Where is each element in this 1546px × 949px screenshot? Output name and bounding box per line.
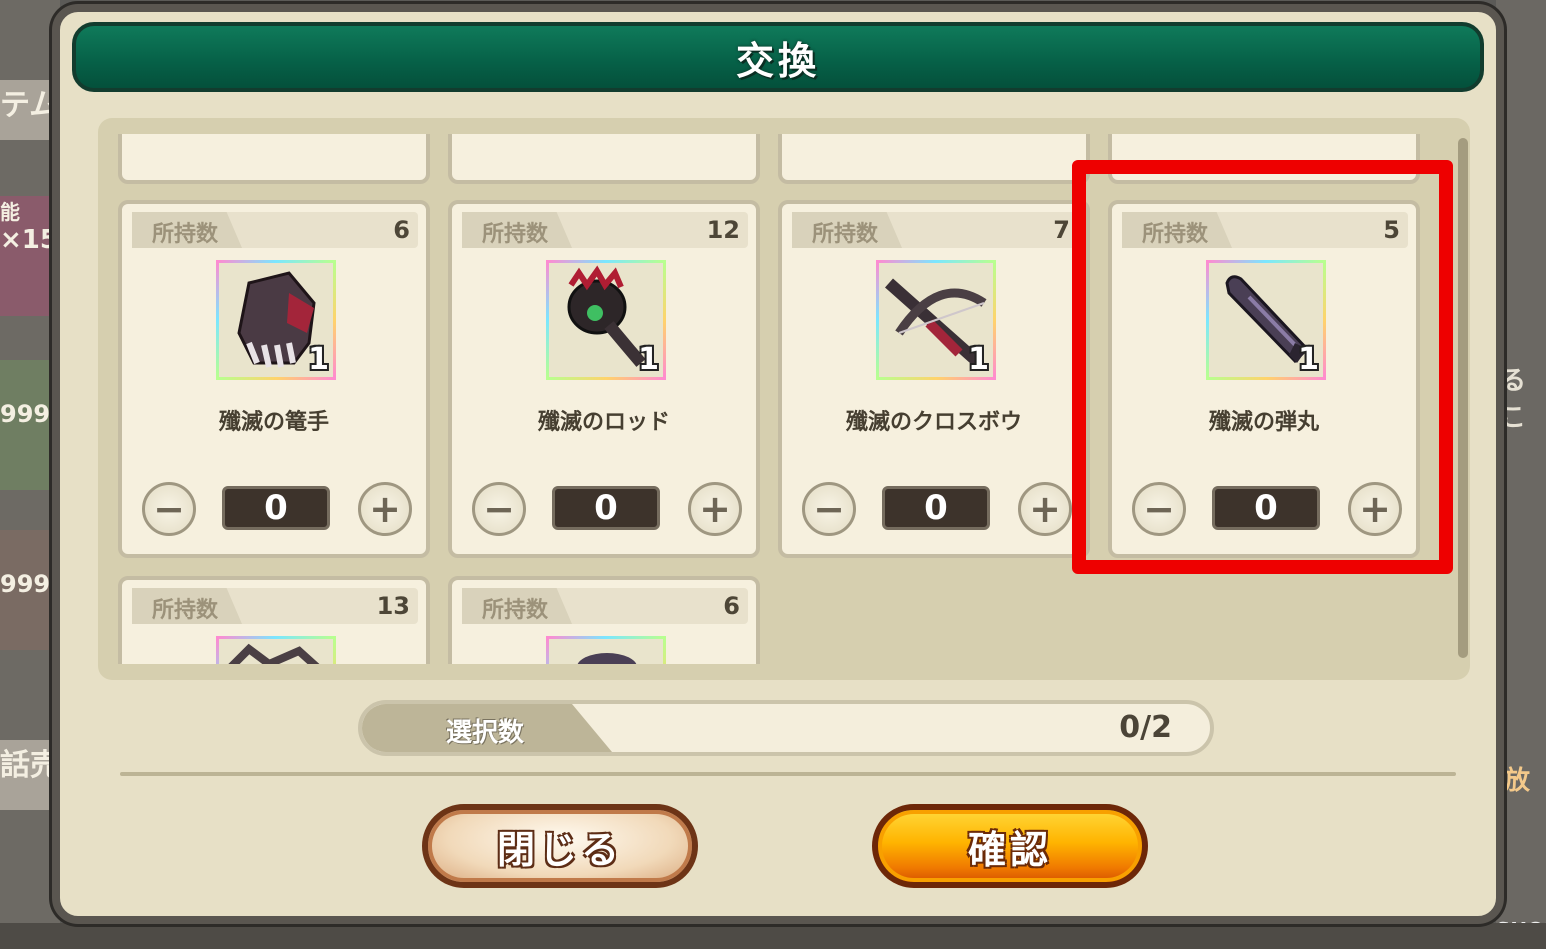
owned-count: 7 xyxy=(1053,216,1070,244)
divider xyxy=(120,772,1456,776)
quantity-stepper: − 0 + xyxy=(802,482,1072,542)
item-card-crossbow[interactable]: 所持数 7 1 殲滅のクロスボウ − 0 + xyxy=(778,200,1090,558)
crossbow-icon: 1 xyxy=(876,260,996,380)
selection-label: 選択数 xyxy=(446,718,525,748)
owned-count-header: 所持数 12 xyxy=(462,212,748,248)
rod-icon: 1 xyxy=(546,260,666,380)
quantity-stepper: − 0 + xyxy=(1132,134,1402,136)
scrollbar-thumb[interactable] xyxy=(1458,138,1468,658)
dialog-title-bar: 交換 xyxy=(72,22,1484,92)
owned-count: 12 xyxy=(706,216,740,244)
background-label: る こ xyxy=(1500,366,1527,433)
owned-count-header: 所持数 6 xyxy=(462,588,748,624)
quantity-value: 0 xyxy=(552,486,660,530)
confirm-button[interactable]: 確認 xyxy=(872,804,1148,888)
partial-item-icon-graphic xyxy=(577,653,637,664)
increase-button[interactable]: + xyxy=(1018,482,1072,536)
icon-stack-count: 1 xyxy=(968,342,989,377)
quantity-value: 0 xyxy=(222,486,330,530)
owned-label: 所持数 xyxy=(152,598,219,623)
grid-scrollbar[interactable] xyxy=(1458,138,1468,658)
item-card[interactable]: 所持数 13 xyxy=(118,576,430,664)
owned-label: 所持数 xyxy=(152,222,219,247)
item-card-gauntlet[interactable]: 所持数 6 1 殲滅の篭手 − 0 + xyxy=(118,200,430,558)
increase-button[interactable]: + xyxy=(688,482,742,536)
item-name: 殲滅のクロスボウ xyxy=(845,410,1022,435)
background-bottom-strip xyxy=(0,923,1546,949)
selection-count: 0/2 xyxy=(1119,710,1172,745)
background-tab: テム xyxy=(0,80,60,140)
decrease-button[interactable]: − xyxy=(142,482,196,536)
partial-item-icon-graphic xyxy=(228,643,320,664)
item-card[interactable]: 所持数 6 xyxy=(448,576,760,664)
background-label: 放 xyxy=(1504,766,1531,796)
item-card: − 0 + xyxy=(778,134,1090,184)
quantity-stepper: − 0 + xyxy=(472,482,742,542)
partial-item-icon xyxy=(216,636,336,664)
background-left-panel: テム 能 ×15 999 999 話売 xyxy=(0,0,60,949)
highlight-frame xyxy=(1072,160,1453,574)
owned-count-header: 所持数 6 xyxy=(132,212,418,248)
quantity-stepper: − 0 + xyxy=(802,134,1072,136)
item-name: 殲滅の篭手 xyxy=(218,410,329,435)
background-tab: 能 ×15 xyxy=(0,196,60,316)
partial-item-icon xyxy=(546,636,666,664)
increase-button[interactable]: + xyxy=(358,482,412,536)
dialog-title: 交換 xyxy=(735,38,820,83)
selection-count-bar: 選択数 0/2 xyxy=(358,700,1214,756)
icon-stack-count: 1 xyxy=(308,342,329,377)
decrease-button[interactable]: − xyxy=(472,482,526,536)
owned-count-header: 所持数 7 xyxy=(792,212,1078,248)
decrease-button[interactable]: − xyxy=(802,482,856,536)
owned-count: 13 xyxy=(376,592,410,620)
quantity-stepper: − 0 + xyxy=(142,482,412,542)
background-tab: 話売 xyxy=(0,740,60,810)
background-tab: 999 xyxy=(0,530,60,650)
gauntlet-icon: 1 xyxy=(216,260,336,380)
owned-label: 所持数 xyxy=(482,598,549,623)
item-card: − 0 + xyxy=(448,134,760,184)
owned-count: 6 xyxy=(393,216,410,244)
owned-label: 所持数 xyxy=(812,222,879,247)
owned-count-header: 所持数 13 xyxy=(132,588,418,624)
close-button[interactable]: 閉じる xyxy=(422,804,698,888)
background-tab: 999 xyxy=(0,360,60,490)
item-card-rod[interactable]: 所持数 12 1 殲滅のロッド − 0 + xyxy=(448,200,760,558)
owned-label: 所持数 xyxy=(482,222,549,247)
item-name: 殲滅のロッド xyxy=(537,410,670,435)
icon-stack-count: 1 xyxy=(638,342,659,377)
owned-count: 6 xyxy=(723,592,740,620)
quantity-stepper: − 0 + xyxy=(472,134,742,136)
item-card: − 0 + xyxy=(118,134,430,184)
quantity-stepper: − 0 + xyxy=(142,134,412,136)
quantity-value: 0 xyxy=(882,486,990,530)
